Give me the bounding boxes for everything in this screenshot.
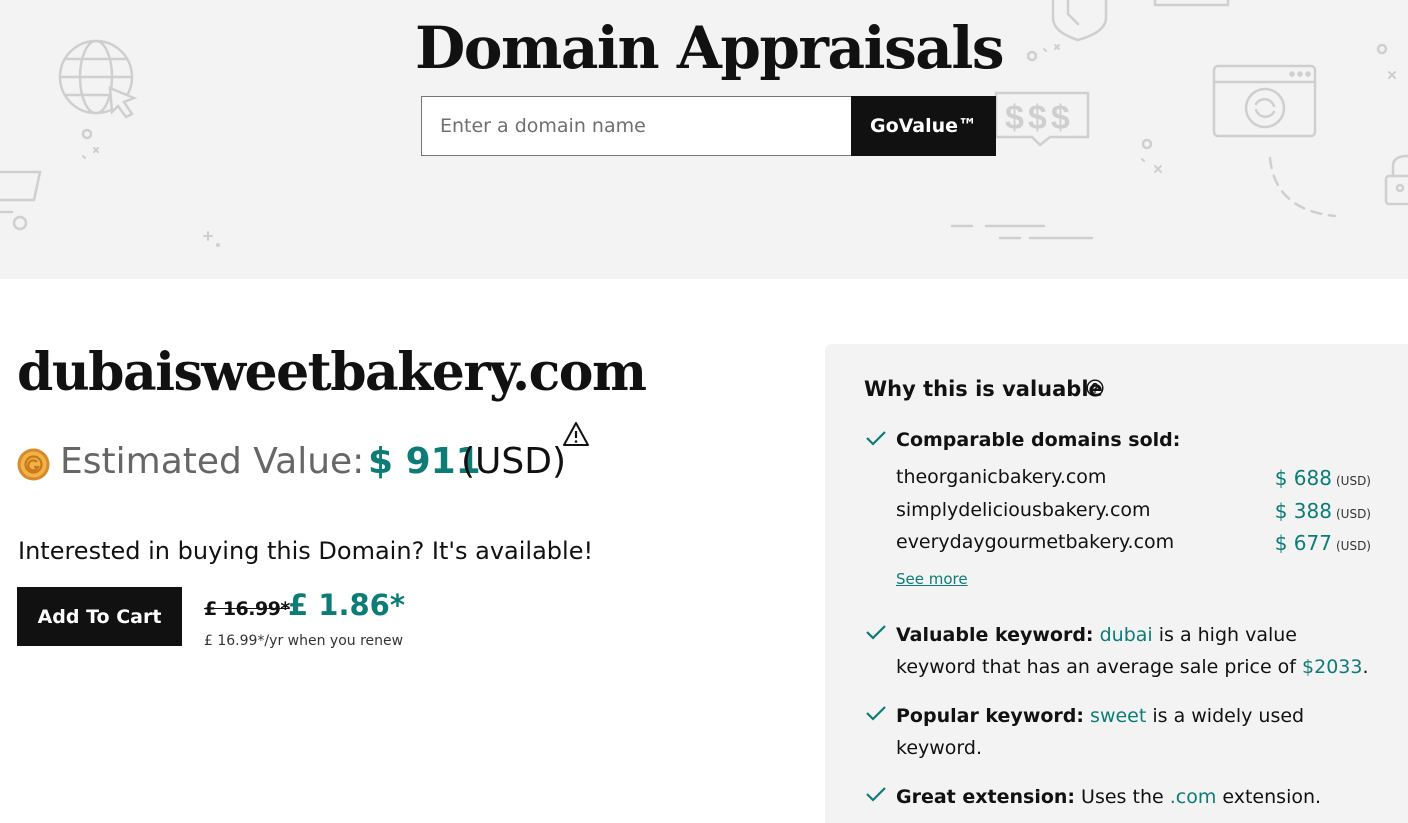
comparable-heading: Comparable domains sold: (896, 429, 1181, 451)
availability-text: Interested in buying this Domain? It's a… (18, 537, 594, 565)
appraised-domain-name: dubaisweetbakery.com (17, 342, 647, 403)
govalue-button[interactable]: GoValue™ (851, 96, 996, 156)
comparable-domain: everydaygourmetbakery.com (896, 531, 1175, 553)
comparable-price: $ 688 (USD) (1274, 466, 1371, 490)
comparable-domain: simplydeliciousbakery.com (896, 499, 1151, 521)
great-extension-reason: Great extension: Uses the .com extension… (896, 786, 1322, 808)
check-icon (866, 625, 886, 640)
svg-text:$$$: $$$ (1005, 99, 1074, 137)
comparable-price: $ 388 (USD) (1274, 499, 1371, 523)
original-price: £ 16.99* (204, 598, 290, 620)
panel-title: Why this is valuable (864, 377, 1103, 401)
add-to-cart-button[interactable]: Add To Cart (17, 587, 182, 646)
question-circle-icon[interactable] (1086, 379, 1104, 397)
renewal-note: £ 16.99*/yr when you renew (204, 633, 404, 649)
estimated-value-currency: (USD) (461, 441, 567, 482)
check-icon (866, 431, 886, 446)
comparable-price: $ 677 (USD) (1274, 531, 1371, 555)
warning-icon[interactable] (562, 421, 590, 447)
sale-price: £ 1.86* (288, 588, 405, 622)
why-valuable-panel: Why this is valuable Comparable domains … (825, 344, 1408, 823)
domain-search-box (421, 96, 852, 156)
check-icon (866, 787, 886, 802)
hero-banner: $$$ Domain Appraisals GoValue™ (0, 0, 1408, 279)
page-title: Domain Appraisals (414, 14, 1005, 82)
check-icon (866, 706, 886, 721)
lock-icon (1384, 154, 1408, 206)
domain-search-input[interactable] (422, 97, 851, 155)
popular-keyword-reason: Popular keyword: sweet is a widely used … (896, 705, 1305, 759)
valuable-keyword-reason: Valuable keyword: dubai is a high value … (896, 624, 1369, 678)
estimated-value-label: Estimated Value: (60, 441, 365, 482)
cart-icon (0, 170, 42, 231)
coin-icon (17, 448, 50, 481)
cursor-icon (108, 86, 138, 119)
see-more-link[interactable]: See more (896, 570, 968, 588)
comparable-domain: theorganicbakery.com (896, 466, 1107, 488)
